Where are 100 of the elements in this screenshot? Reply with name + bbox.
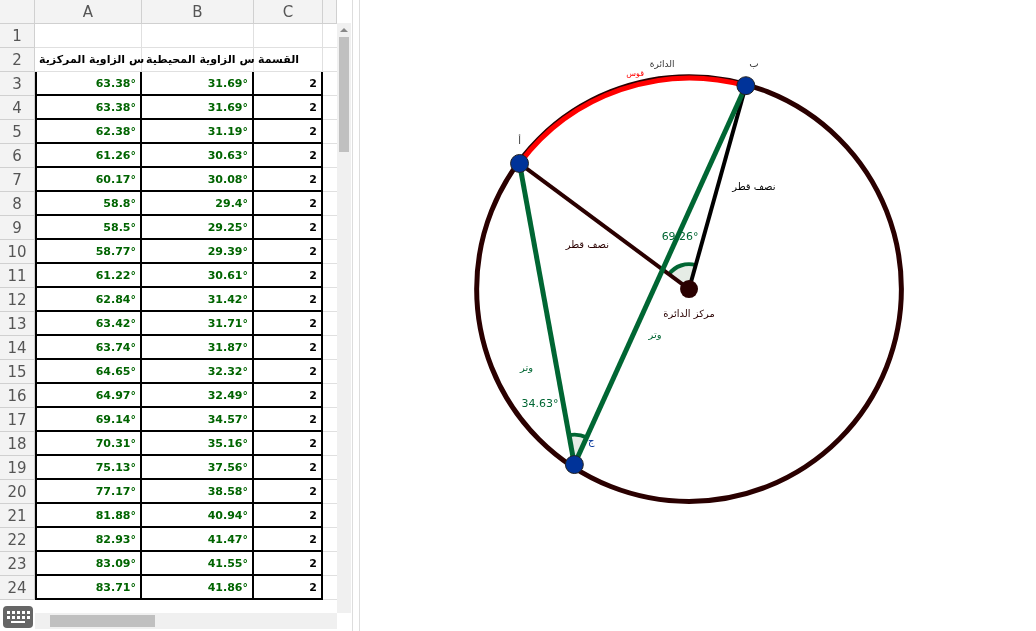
table-cell: 2 (254, 72, 323, 96)
row-number[interactable]: 2 (0, 48, 35, 72)
radius-label: نصف قطر (732, 181, 776, 193)
table-cell: 41.47° (142, 528, 254, 552)
column-header[interactable]: A (35, 0, 142, 24)
select-all-corner[interactable] (0, 0, 35, 24)
row-number[interactable]: 13 (0, 312, 35, 336)
row-number[interactable]: 12 (0, 288, 35, 312)
row-number[interactable]: 7 (0, 168, 35, 192)
row-number[interactable]: 8 (0, 192, 35, 216)
chord-label: وتر (648, 328, 662, 340)
header-cell: س الزاوية المركزية (35, 48, 142, 72)
table-cell: 2 (254, 264, 323, 288)
arc-label: قوس (626, 68, 644, 78)
table-cell: 70.31° (35, 432, 142, 456)
table-cell: 2 (254, 480, 323, 504)
row-number[interactable]: 10 (0, 240, 35, 264)
chord-label: وتر (519, 361, 534, 373)
table-cell: 63.42° (35, 312, 142, 336)
empty-cell[interactable] (142, 24, 254, 48)
table-cell: 31.69° (142, 96, 254, 120)
table-cell: 2 (254, 456, 323, 480)
table-cell: 38.58° (142, 480, 254, 504)
row-number[interactable]: 15 (0, 360, 35, 384)
table-cell: 63.74° (35, 336, 142, 360)
table-cell: 60.17° (35, 168, 142, 192)
radius-label: نصف قطر (565, 239, 609, 251)
table-cell: 2 (254, 552, 323, 576)
scroll-thumb[interactable] (50, 615, 155, 627)
row-number[interactable]: 17 (0, 408, 35, 432)
scroll-thumb[interactable] (339, 37, 349, 152)
table-cell: 62.38° (35, 120, 142, 144)
table-cell: 31.19° (142, 120, 254, 144)
table-cell: 81.88° (35, 504, 142, 528)
table-cell: 63.38° (35, 96, 142, 120)
row-number[interactable]: 18 (0, 432, 35, 456)
table-cell: 82.93° (35, 528, 142, 552)
row-number[interactable]: 9 (0, 216, 35, 240)
point[interactable] (510, 154, 529, 173)
table-cell: 30.63° (142, 144, 254, 168)
row-number[interactable]: 14 (0, 336, 35, 360)
row-number[interactable]: 23 (0, 552, 35, 576)
table-cell: 2 (254, 576, 323, 600)
table-cell: 31.71° (142, 312, 254, 336)
row-number[interactable]: 1 (0, 24, 35, 48)
table-cell: 35.16° (142, 432, 254, 456)
table-cell: 2 (254, 216, 323, 240)
table-cell: 58.77° (35, 240, 142, 264)
table-cell: 2 (254, 96, 323, 120)
table-cell: 32.32° (142, 360, 254, 384)
table-cell: 31.87° (142, 336, 254, 360)
table-cell: 77.17° (35, 480, 142, 504)
center-point[interactable] (680, 280, 698, 299)
horizontal-scrollbar[interactable] (35, 613, 337, 629)
row-number[interactable]: 19 (0, 456, 35, 480)
table-cell: 83.71° (35, 576, 142, 600)
table-cell: 31.69° (142, 72, 254, 96)
row-number[interactable]: 22 (0, 528, 35, 552)
row-number[interactable]: 24 (0, 576, 35, 600)
table-cell: 2 (254, 360, 323, 384)
point[interactable] (736, 76, 756, 96)
table-cell: 29.39° (142, 240, 254, 264)
row-number[interactable]: 4 (0, 96, 35, 120)
table-cell: 34.57° (142, 408, 254, 432)
table-cell: 58.5° (35, 216, 142, 240)
table-cell: 63.38° (35, 72, 142, 96)
center-label: مركز الدائرة (663, 308, 715, 319)
vertical-scrollbar[interactable] (337, 23, 351, 613)
empty-cell[interactable] (254, 24, 323, 48)
table-cell: 2 (254, 408, 323, 432)
table-cell: 62.84° (35, 288, 142, 312)
table-cell: 64.97° (35, 384, 142, 408)
row-number[interactable]: 6 (0, 144, 35, 168)
table-cell: 2 (254, 432, 323, 456)
point-label: ب (749, 57, 759, 69)
table-cell: 41.86° (142, 576, 254, 600)
table-cell: 30.08° (142, 168, 254, 192)
table-cell: 2 (254, 288, 323, 312)
column-header[interactable] (323, 0, 337, 24)
column-header[interactable]: B (142, 0, 254, 24)
table-cell: 69.14° (35, 408, 142, 432)
table-cell: 2 (254, 144, 323, 168)
table-cell: 32.49° (142, 384, 254, 408)
table-cell: 2 (254, 240, 323, 264)
point[interactable] (564, 455, 584, 475)
row-number[interactable]: 3 (0, 72, 35, 96)
row-number[interactable]: 21 (0, 504, 35, 528)
header-cell: القسمة (254, 48, 323, 72)
row-number[interactable]: 20 (0, 480, 35, 504)
table-cell: 2 (254, 384, 323, 408)
table-cell: 61.22° (35, 264, 142, 288)
table-cell: 40.94° (142, 504, 254, 528)
row-number[interactable]: 11 (0, 264, 35, 288)
table-cell: 2 (254, 192, 323, 216)
row-number[interactable]: 5 (0, 120, 35, 144)
row-number[interactable]: 16 (0, 384, 35, 408)
scroll-up-icon[interactable] (340, 27, 348, 33)
keyboard-icon[interactable] (3, 606, 33, 628)
table-cell: 83.09° (35, 552, 142, 576)
column-header[interactable]: C (254, 0, 323, 24)
